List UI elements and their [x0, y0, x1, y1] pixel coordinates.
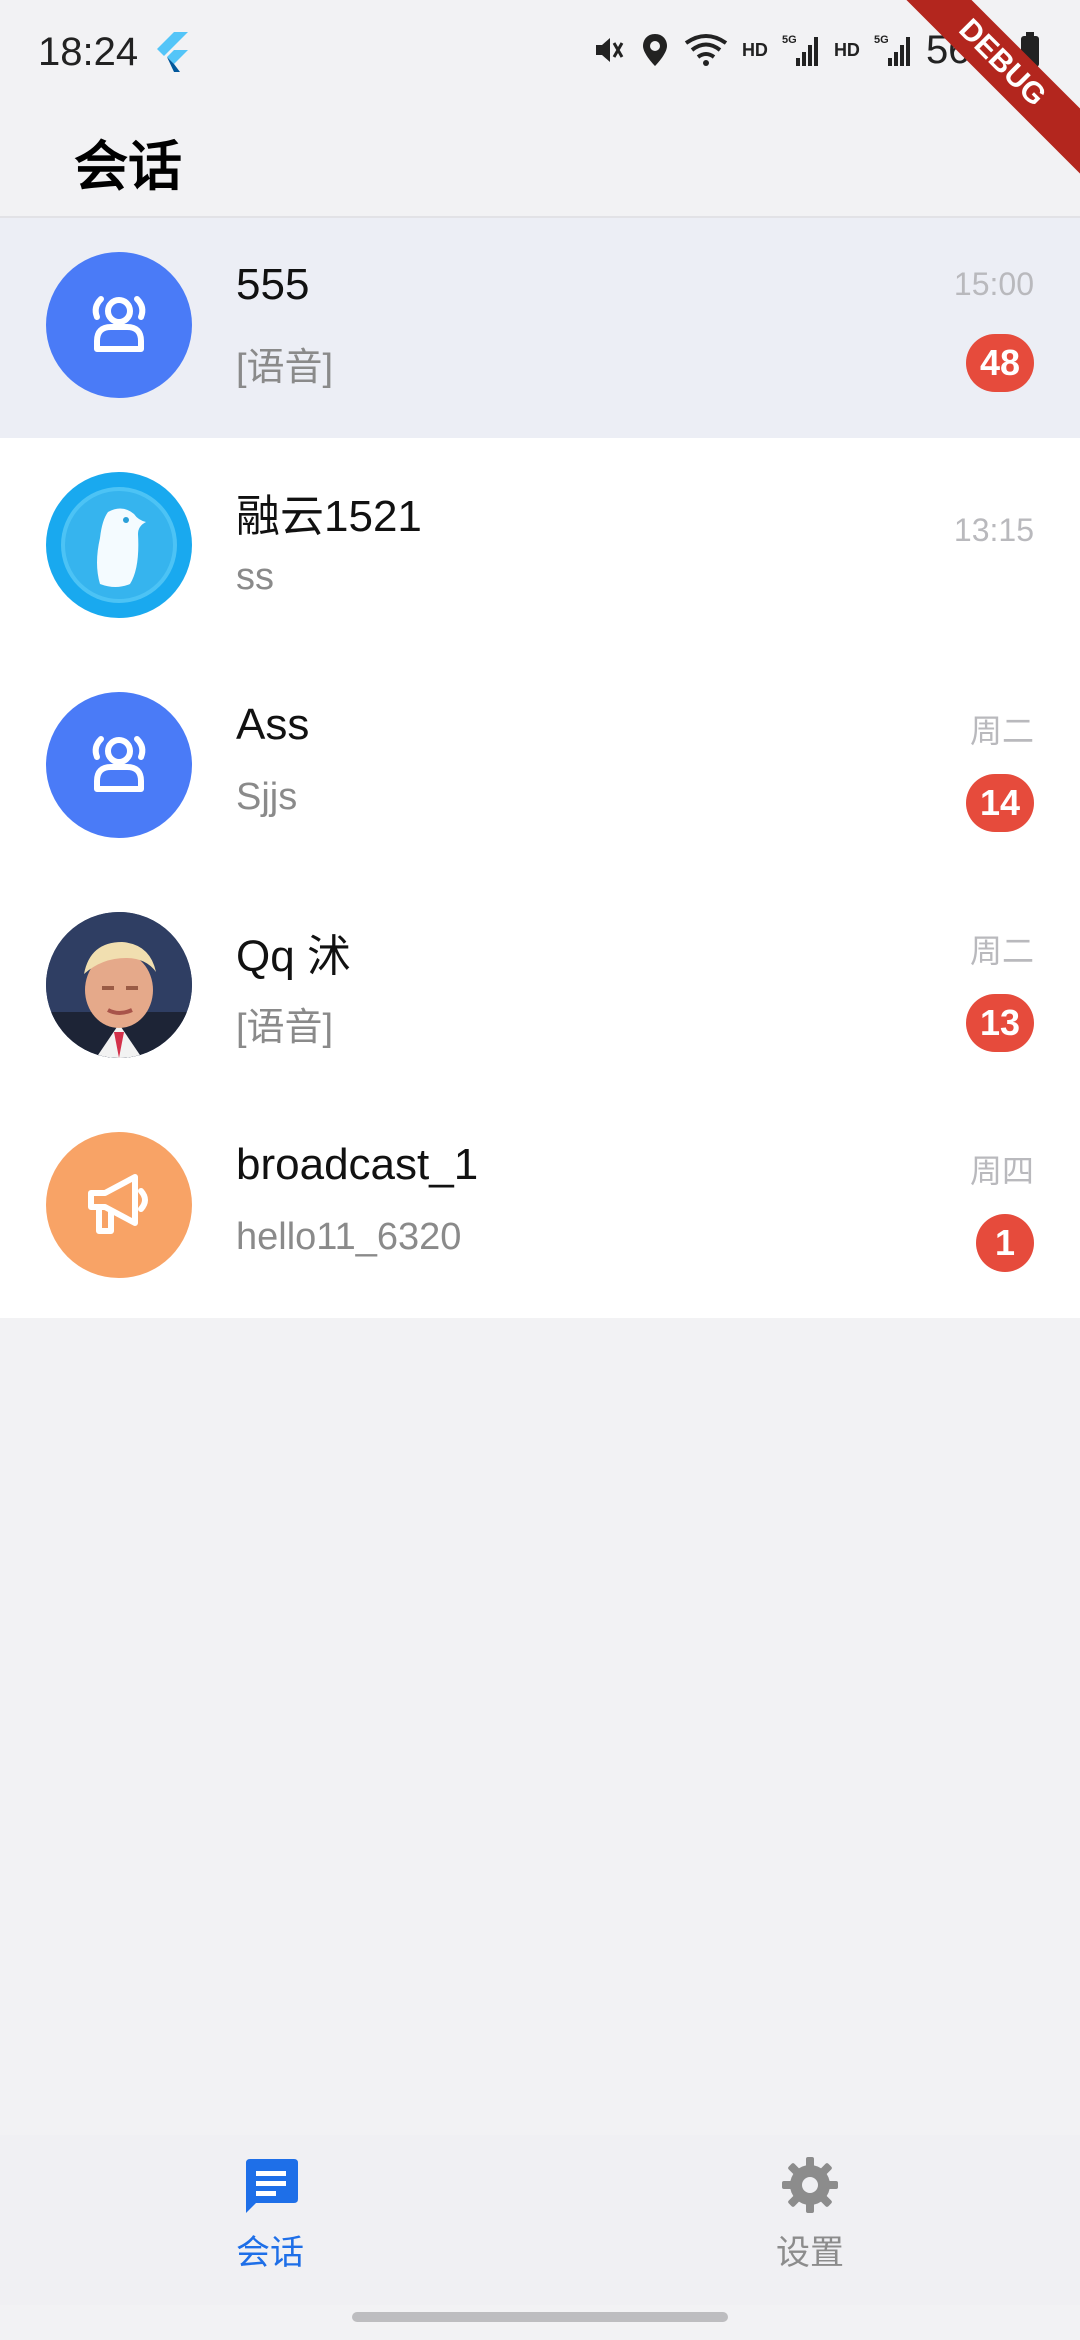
- hd-label-2: HD: [833, 39, 860, 60]
- message-time: 周二: [969, 713, 1034, 749]
- avatar: [46, 1132, 192, 1278]
- hd-label: HD: [741, 39, 768, 60]
- conversation-item[interactable]: 融云1521 ss 13:15: [0, 438, 1080, 658]
- tab-settings[interactable]: 设置: [730, 2155, 890, 2275]
- avatar: [46, 252, 192, 398]
- megaphone-icon: [88, 1174, 148, 1234]
- message-time: 13:15: [953, 512, 1034, 548]
- message-time: 周二: [969, 933, 1034, 969]
- signal-5g-icon-2: 5G: [874, 34, 910, 66]
- conversation-name: Qq 沭: [236, 932, 351, 981]
- message-preview: [语音]: [236, 1007, 334, 1049]
- unread-badge: 14: [965, 774, 1034, 832]
- group-icon: [92, 736, 146, 792]
- avatar: [46, 912, 192, 1058]
- status-time: 18:24: [38, 30, 139, 74]
- penguin-icon: [61, 487, 177, 603]
- flutter-icon: [157, 32, 188, 72]
- message-preview: Sjjs: [236, 776, 298, 818]
- message-preview: ss: [236, 556, 274, 598]
- svg-text:5G: 5G: [782, 34, 797, 46]
- status-bar: 18:24 HD 5G HD 5G: [0, 0, 1080, 100]
- unread-badge: 1: [976, 1214, 1034, 1272]
- avatar: [46, 472, 192, 618]
- message-preview: hello11_6320: [236, 1216, 462, 1258]
- svg-text:5G: 5G: [874, 34, 889, 46]
- signal-5g-icon: 5G: [782, 34, 818, 66]
- wifi-icon: [684, 34, 728, 66]
- message-preview: [语音]: [236, 347, 334, 389]
- message-time: 15:00: [953, 266, 1034, 302]
- conversation-name: broadcast_1: [236, 1140, 479, 1189]
- conversation-item[interactable]: 555 [语音] 15:00 48: [0, 218, 1080, 438]
- home-indicator[interactable]: [352, 2312, 728, 2322]
- conversation-item[interactable]: broadcast_1 hello11_6320 周四 1: [0, 1098, 1080, 1318]
- conversation-name: 融云1521: [236, 492, 422, 541]
- tab-conversations-label: 会话: [236, 2234, 304, 2272]
- mute-icon: [595, 38, 624, 62]
- group-icon: [92, 296, 146, 352]
- tab-settings-label: 设置: [776, 2234, 844, 2272]
- conversation-item[interactable]: Qq 沭 [语音] 周二 13: [0, 878, 1080, 1098]
- message-time: 周四: [969, 1153, 1034, 1189]
- conversation-name: Ass: [236, 700, 310, 749]
- conversation-item[interactable]: Ass Sjjs 周二 14: [0, 658, 1080, 878]
- conversation-name: 555: [236, 260, 310, 309]
- unread-badge: 48: [965, 334, 1034, 392]
- gear-icon: [782, 2157, 838, 2213]
- chat-icon: [246, 2159, 298, 2213]
- tab-conversations[interactable]: 会话: [190, 2155, 350, 2275]
- location-icon: [642, 34, 667, 66]
- unread-badge: 13: [965, 994, 1034, 1052]
- bottom-navigation: 会话 设置: [0, 2135, 1080, 2305]
- page-title: 会话: [74, 137, 182, 197]
- avatar: [46, 692, 192, 838]
- user-photo: [46, 912, 192, 1058]
- conversation-list: 555 [语音] 15:00 48 融云1521 ss 13:15 Ass Sj…: [0, 218, 1080, 1318]
- app-bar: 会话: [0, 100, 1080, 218]
